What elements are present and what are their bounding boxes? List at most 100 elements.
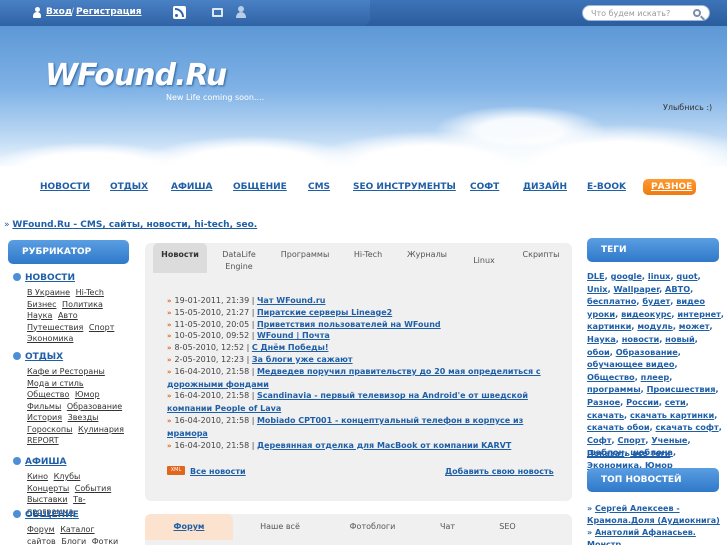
tag-link[interactable]: видеокурс [621, 309, 671, 319]
rubricator-category[interactable]: АФИША [13, 457, 67, 467]
rubricator-subcategory-link[interactable]: Авто [58, 311, 78, 320]
rubricator-subcategory-link[interactable]: Гороскопы [27, 425, 72, 434]
tag-link[interactable]: бесплатно [587, 296, 636, 306]
news-title-link[interactable]: WFound | Почта [257, 331, 330, 340]
profile-icon[interactable] [236, 6, 246, 18]
nav-item-soft[interactable]: СОФТ [470, 182, 499, 192]
tab-seo[interactable]: SEO [490, 514, 525, 540]
rubricator-subcategory-link[interactable]: Выставки [27, 495, 68, 504]
nav-item-misc[interactable]: РАЗНОЕ [643, 179, 696, 195]
tag-link[interactable]: скачать картинки [630, 410, 714, 420]
xml-badge[interactable]: XML [167, 466, 185, 475]
tag-link[interactable]: Происшествия [647, 384, 716, 394]
tag-link[interactable]: Спорт [617, 435, 645, 445]
tag-link[interactable]: Образование [616, 347, 678, 357]
nav-item-news[interactable]: НОВОСТИ [40, 182, 90, 192]
search-icon[interactable] [693, 9, 701, 17]
rubricator-subcategory-link[interactable]: События [75, 484, 111, 493]
rubricator-subcategory-link[interactable]: Кафе и Рестораны [27, 367, 105, 376]
rubricator-category[interactable]: ОБЩЕНИЕ [13, 510, 79, 520]
tv-icon[interactable] [212, 8, 223, 17]
tag-link[interactable]: скачать [587, 410, 624, 420]
tab-magazines[interactable]: Журналы [407, 243, 447, 273]
top-news-link[interactable]: Сергей Алексеев - Крамола.Доля (Аудиокни… [587, 504, 720, 525]
rubricator-subcategory-link[interactable]: Hi-Tech [76, 288, 104, 297]
tab-linux[interactable]: Linux [467, 243, 501, 273]
nav-item-community[interactable]: ОБЩЕНИЕ [233, 182, 287, 192]
tag-link[interactable]: Наука [587, 334, 616, 344]
search-input[interactable] [591, 8, 687, 19]
rss-icon[interactable] [173, 6, 186, 19]
top-news-link[interactable]: Анатолий Афанасьев. Монстр [587, 528, 696, 545]
tag-link[interactable]: скачать обои [587, 422, 650, 432]
rubricator-category[interactable]: ОТДЫХ [13, 352, 63, 362]
rubricator-subcategory-link[interactable]: Клубы [54, 472, 81, 481]
tab-scripts[interactable]: Скрипты [520, 243, 562, 273]
tag-link[interactable]: Wallpaper [614, 284, 660, 294]
rubricator-subcategory-link[interactable]: Бизнес [27, 300, 57, 309]
all-tags-link[interactable]: Показать все теги [587, 449, 670, 458]
rubricator-subcategory-link[interactable]: Блоги [61, 537, 86, 545]
nav-item-cms[interactable]: CMS [308, 182, 330, 192]
rubricator-subcategory-link[interactable]: Наука [27, 311, 52, 320]
news-title-link[interactable]: За блоги уже сажают [252, 355, 353, 364]
tag-link[interactable]: скачать софт [656, 422, 719, 432]
news-title-link[interactable]: С Днём Победы! [252, 343, 329, 352]
rubricator-category[interactable]: НОВОСТИ [13, 273, 75, 283]
tag-link[interactable]: может [679, 321, 710, 331]
nav-item-rest[interactable]: ОТДЫХ [110, 182, 148, 192]
add-news-link[interactable]: Добавить свою новость [445, 467, 554, 476]
tab-dle[interactable]: DataLife Engine [215, 243, 263, 273]
tag-link[interactable]: google [611, 271, 642, 281]
tag-link[interactable]: Ученые [651, 435, 687, 445]
rubricator-subcategory-link[interactable]: Юмор [75, 390, 100, 399]
rubricator-subcategory-link[interactable]: Кулинария [78, 425, 124, 434]
rubricator-subcategory-link[interactable]: Форум [27, 525, 55, 534]
rubricator-subcategory-link[interactable]: Политика [62, 300, 103, 309]
rubricator-subcategory-link[interactable]: Кино [27, 472, 48, 481]
rubricator-subcategory-link[interactable]: Фильмы [27, 402, 61, 411]
rubricator-subcategory-link[interactable]: История [27, 413, 62, 422]
nav-item-afisha[interactable]: АФИША [171, 182, 213, 192]
news-title-link[interactable]: Чат WFound.ru [257, 296, 326, 305]
tag-link[interactable]: сети [665, 397, 686, 407]
tag-link[interactable]: Unix [587, 284, 608, 294]
tag-link[interactable]: программы [587, 384, 641, 394]
nav-item-seo-tools[interactable]: SEO ИНСТРУМЕНТЫ [353, 182, 456, 192]
tab-chat[interactable]: Чат [430, 514, 465, 540]
tag-link[interactable]: обои [587, 347, 610, 357]
rubricator-subcategory-link[interactable]: Спорт [89, 323, 114, 332]
tab-programs[interactable]: Программы [280, 243, 330, 273]
rubricator-subcategory-link[interactable]: Фотки [92, 537, 118, 545]
tag-link[interactable]: интернет [677, 309, 721, 319]
tab-photoblogs[interactable]: Фотоблоги [340, 514, 405, 540]
tab-forum[interactable]: Форум [145, 514, 233, 540]
tab-hitech[interactable]: Hi-Tech [353, 243, 383, 273]
tag-link[interactable]: новости [622, 334, 659, 344]
rubricator-subcategory-link[interactable]: Образование [67, 402, 122, 411]
login-link[interactable]: Вход [46, 7, 72, 17]
register-link[interactable]: Регистрация [76, 7, 142, 17]
tag-link[interactable]: Разное [587, 397, 620, 407]
tag-link[interactable]: Софт [587, 435, 612, 445]
tab-news[interactable]: Новости [153, 243, 207, 273]
site-logo[interactable]: WFound.Ru [45, 58, 227, 93]
nav-item-ebook[interactable]: E-BOOK [587, 182, 626, 192]
news-title-link[interactable]: Деревянная отделка для MacBook от компан… [257, 441, 511, 450]
all-news-link[interactable]: Все новости [190, 467, 246, 476]
rubricator-subcategory-link[interactable]: Концерты [27, 484, 69, 493]
tag-link[interactable]: DLE [587, 271, 605, 281]
rubricator-subcategory-link[interactable]: Мода и стиль [27, 379, 84, 388]
tag-link[interactable]: России [626, 397, 659, 407]
rubricator-subcategory-link[interactable]: Экономика [27, 334, 73, 343]
tag-link[interactable]: картинки [587, 321, 631, 331]
rubricator-subcategory-link[interactable]: Путешествия [27, 323, 83, 332]
tag-link[interactable]: linux [648, 271, 671, 281]
news-title-link[interactable]: Приветствия пользователей на WFound [257, 320, 441, 329]
nav-item-design[interactable]: ДИЗАЙН [523, 182, 567, 192]
tag-link[interactable]: будет [642, 296, 670, 306]
breadcrumb-link[interactable]: WFound.Ru - CMS, сайты, новости, hi-tech… [12, 220, 257, 230]
rubricator-subcategory-link[interactable]: В Украине [27, 288, 70, 297]
tab-our-all[interactable]: Наше всё [250, 514, 310, 540]
tag-link[interactable]: плеер [641, 372, 670, 382]
